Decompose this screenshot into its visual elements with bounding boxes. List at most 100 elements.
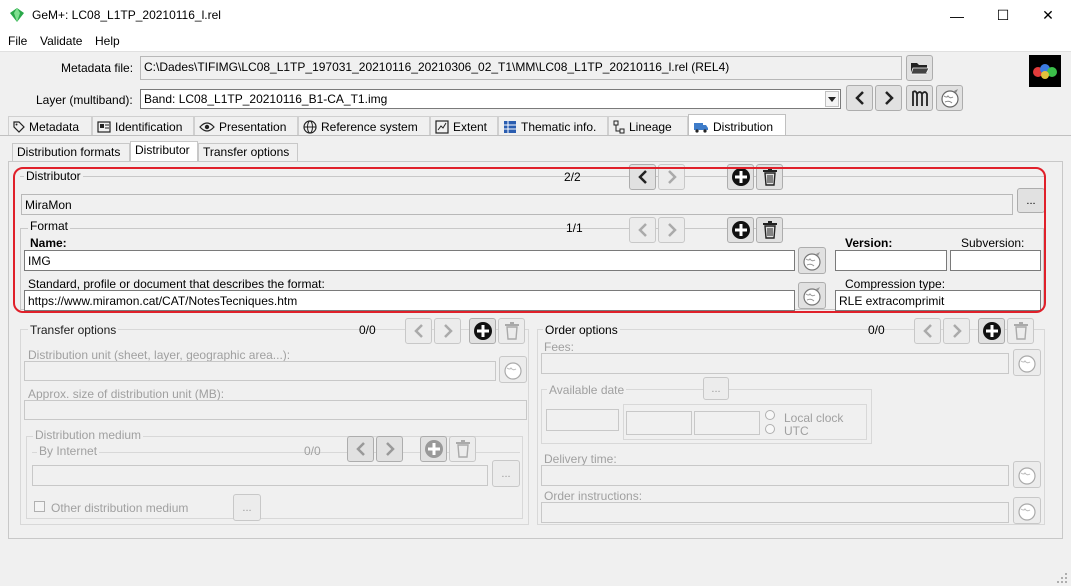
chevron-down-icon[interactable] (825, 91, 839, 107)
available-date-input[interactable] (546, 409, 619, 431)
delivery-time-input[interactable] (541, 465, 1009, 486)
lineage-icon (613, 120, 625, 134)
minimize-button[interactable]: — (934, 0, 980, 31)
transfer-options-title: Transfer options (28, 323, 119, 337)
transfer-next-button[interactable] (434, 318, 461, 344)
order-instructions-globe-button[interactable] (1013, 497, 1041, 524)
resize-grip-icon[interactable] (1056, 572, 1068, 584)
menu-file[interactable]: File (8, 34, 27, 48)
internet-add-button[interactable] (420, 436, 447, 462)
subtab-distribution-formats[interactable]: Distribution formats (12, 143, 130, 161)
gem-app-icon (8, 6, 26, 24)
tab-distribution[interactable]: Distribution (688, 114, 786, 136)
open-folder-icon (909, 63, 930, 75)
order-instructions-input[interactable] (541, 502, 1009, 523)
map-extent-icon (435, 120, 449, 134)
distribution-unit-input[interactable] (24, 361, 496, 381)
fees-globe-button[interactable] (1013, 349, 1041, 376)
order-next-button[interactable] (943, 318, 970, 344)
transfer-options-counter: 0/0 (359, 323, 376, 337)
tab-presentation-label: Presentation (219, 120, 287, 134)
by-internet-title: By Internet (37, 444, 100, 458)
utc-radio[interactable] (765, 424, 775, 434)
chevron-left-icon (922, 324, 932, 338)
tab-extent-label: Extent (453, 120, 488, 134)
globe-pen-icon (504, 361, 522, 380)
distribution-unit-globe-button[interactable] (499, 356, 527, 383)
order-add-button[interactable] (978, 318, 1005, 344)
metadata-file-field: C:\Dades\TIFIMG\LC08_L1TP_197031_2021011… (140, 56, 902, 80)
tab-reference-system[interactable]: Reference system (298, 116, 430, 135)
thematic-table-icon (504, 121, 516, 133)
menu-bar (0, 31, 1071, 52)
layer-label: Layer (multiband): (36, 93, 133, 107)
tag-icon (13, 121, 25, 133)
internet-next-button[interactable] (376, 436, 403, 462)
tab-thematic-info[interactable]: Thematic info. (498, 116, 608, 135)
delivery-time-globe-button[interactable] (1013, 461, 1041, 488)
tab-lineage[interactable]: Lineage (608, 116, 688, 135)
layer-next-button[interactable] (875, 85, 902, 111)
tab-reference-system-label: Reference system (321, 120, 418, 134)
available-date-ellipsis-button[interactable]: ... (703, 377, 729, 400)
subtab-distributor[interactable]: Distributor (130, 141, 198, 162)
order-options-title: Order options (543, 323, 620, 337)
layer-select[interactable]: Band: LC08_L1TP_20210116_B1-CA_T1.img (140, 89, 841, 109)
layer-prev-button[interactable] (846, 85, 873, 111)
order-prev-button[interactable] (914, 318, 941, 344)
menu-help[interactable]: Help (95, 34, 120, 48)
plus-circle-icon (473, 322, 492, 340)
tab-identification[interactable]: Identification (92, 116, 194, 135)
internet-ellipsis-button[interactable]: ... (492, 460, 520, 487)
order-options-counter: 0/0 (868, 323, 885, 337)
tab-metadata[interactable]: Metadata (8, 116, 92, 135)
available-time-zone-input[interactable] (694, 411, 760, 435)
distribution-size-input[interactable] (24, 400, 527, 420)
transfer-delete-button[interactable] (498, 318, 525, 344)
local-clock-radio[interactable] (765, 410, 775, 420)
other-medium-label: Other distribution medium (51, 501, 189, 515)
trash-icon (455, 440, 470, 458)
layer-globe-button[interactable] (936, 85, 963, 111)
tab-extent[interactable]: Extent (430, 116, 498, 135)
chevron-left-icon (413, 324, 423, 338)
internet-delete-button[interactable] (449, 436, 476, 462)
other-medium-ellipsis-button[interactable]: ... (233, 494, 261, 521)
menu-validate[interactable]: Validate (40, 34, 82, 48)
chevron-right-icon (385, 442, 395, 456)
tab-identification-label: Identification (115, 120, 183, 134)
metadata-file-label: Metadata file: (61, 61, 134, 75)
subtab-transfer-options[interactable]: Transfer options (198, 143, 298, 161)
tab-presentation[interactable]: Presentation (194, 116, 298, 135)
other-medium-checkbox[interactable] (34, 501, 45, 512)
delivery-time-label: Delivery time: (544, 452, 617, 466)
by-internet-counter: 0/0 (304, 444, 321, 458)
distribution-size-label: Approx. size of distribution unit (MB): (28, 387, 225, 401)
close-button[interactable]: ✕ (1025, 0, 1071, 31)
miramon-logo (1029, 55, 1061, 87)
transfer-prev-button[interactable] (405, 318, 432, 344)
internet-url-input[interactable] (32, 465, 488, 486)
order-delete-button[interactable] (1007, 318, 1034, 344)
distribution-unit-label: Distribution unit (sheet, layer, geograp… (28, 348, 291, 362)
internet-prev-button[interactable] (347, 436, 374, 462)
tab-distribution-label: Distribution (713, 119, 774, 134)
transfer-add-button[interactable] (469, 318, 496, 344)
window-title: GeM+: LC08_L1TP_20210116_l.rel (32, 8, 221, 22)
distribution-medium-title: Distribution medium (33, 428, 144, 442)
status-bar (0, 566, 1071, 586)
chevron-right-icon (884, 91, 894, 105)
multiband-icon (911, 90, 928, 106)
chevron-left-icon (854, 91, 864, 105)
globe-pen-icon (1018, 354, 1036, 373)
available-time-input[interactable] (626, 411, 692, 435)
multiband-button[interactable] (906, 85, 933, 111)
fees-input[interactable] (541, 353, 1009, 374)
maximize-button[interactable]: ☐ (980, 0, 1026, 31)
globe-icon (303, 120, 317, 134)
plus-circle-icon (982, 322, 1001, 340)
open-folder-button[interactable] (906, 55, 933, 81)
chevron-right-icon (443, 324, 453, 338)
globe-pen-icon (1018, 502, 1036, 521)
eye-icon (199, 122, 215, 132)
